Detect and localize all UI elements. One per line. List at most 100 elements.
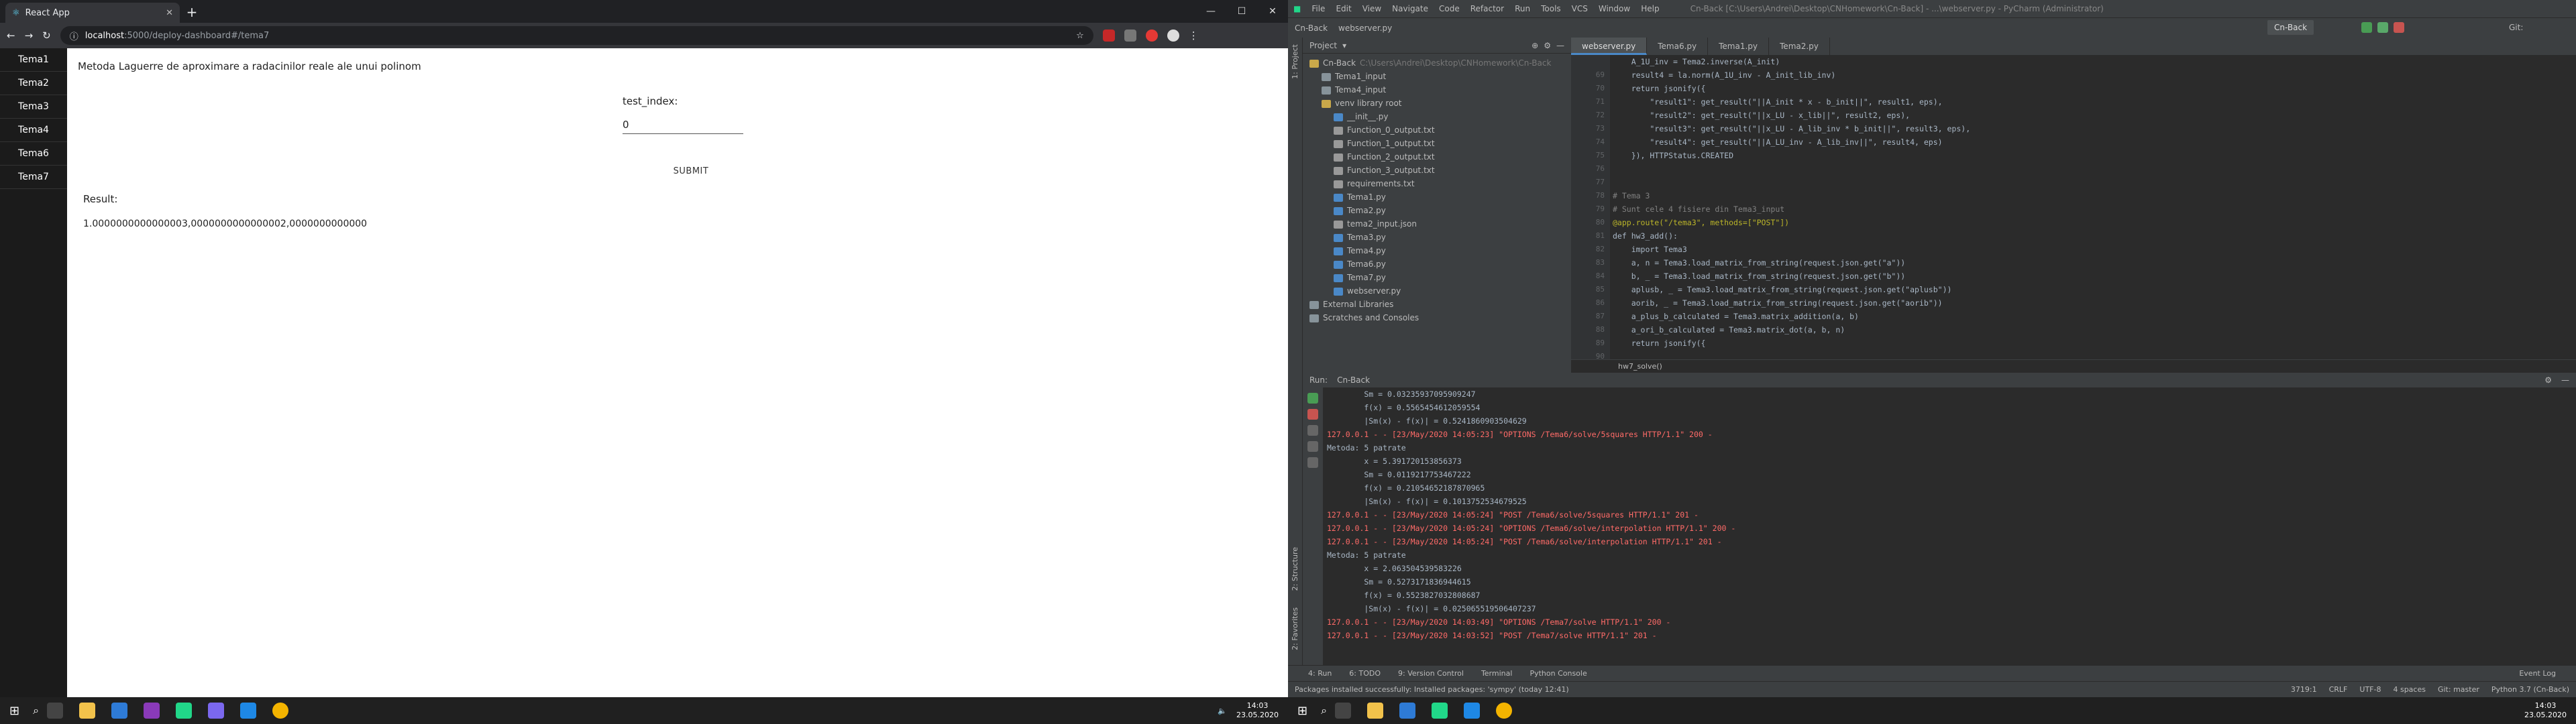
star-icon[interactable]: ☆: [1076, 31, 1084, 41]
tree-item[interactable]: Function_2_output.txt: [1303, 150, 1571, 164]
tree-item[interactable]: webserver.py: [1303, 284, 1571, 298]
chrome-icon[interactable]: [272, 703, 289, 719]
task-view-icon[interactable]: [47, 703, 64, 719]
sidebar-item-tema7[interactable]: Tema7: [0, 166, 67, 189]
app-icon[interactable]: [144, 703, 160, 719]
stop-icon[interactable]: [1307, 409, 1318, 420]
menu-item-help[interactable]: Help: [1641, 4, 1659, 13]
extension-icon[interactable]: [1145, 29, 1158, 42]
sidebar-item-tema6[interactable]: Tema6: [0, 142, 67, 166]
tab-tema6[interactable]: Tema6.py: [1647, 38, 1709, 55]
project-dropdown[interactable]: Project: [1309, 41, 1337, 50]
tab-tema2[interactable]: Tema2.py: [1769, 38, 1830, 55]
scroll-end-icon[interactable]: [1307, 425, 1318, 436]
tree-item[interactable]: venv library root: [1303, 97, 1571, 110]
run-config-tab[interactable]: Cn-Back: [1337, 375, 1370, 385]
sidebar-item-tema2[interactable]: Tema2: [0, 72, 67, 95]
file-explorer-icon[interactable]: [1367, 703, 1384, 719]
tree-item[interactable]: tema2_input.json: [1303, 217, 1571, 231]
tab-webserver[interactable]: webserver.py: [1571, 38, 1648, 55]
hide-icon[interactable]: —: [1556, 41, 1564, 50]
print-icon[interactable]: [1307, 441, 1318, 452]
profile-avatar[interactable]: [1167, 29, 1179, 42]
sidebar-item-tema1[interactable]: Tema1: [0, 48, 67, 72]
tree-item[interactable]: Tema2.py: [1303, 204, 1571, 217]
tree-item[interactable]: Function_3_output.txt: [1303, 164, 1571, 177]
run-console[interactable]: Sm = 0.03235937095909247 f(x) = 0.556545…: [1327, 387, 2561, 665]
rerun-icon[interactable]: [1307, 393, 1318, 404]
menu-item-vcs[interactable]: VCS: [1572, 4, 1588, 13]
vcs-tool-tab[interactable]: 9: Version Control: [1398, 669, 1464, 678]
project-tool-tab[interactable]: 1: Project: [1291, 44, 1299, 79]
store-icon[interactable]: [1399, 703, 1416, 719]
vscode-icon[interactable]: [1464, 703, 1481, 719]
clock[interactable]: 14:03 23.05.2020: [1236, 701, 1279, 720]
submit-button[interactable]: SUBMIT: [657, 161, 724, 181]
tree-item[interactable]: External Libraries: [1303, 298, 1571, 311]
locate-icon[interactable]: ⊕: [1532, 41, 1538, 50]
tree-item[interactable]: Tema3.py: [1303, 231, 1571, 244]
clock[interactable]: 14:03 23.05.2020: [2524, 701, 2567, 720]
file-explorer-icon[interactable]: [79, 703, 96, 719]
tree-item[interactable]: Tema6.py: [1303, 257, 1571, 271]
tree-item[interactable]: requirements.txt: [1303, 177, 1571, 190]
structure-tool-tab[interactable]: 2: Structure: [1291, 547, 1299, 591]
gear-icon[interactable]: ⚙: [2544, 375, 2552, 385]
extension-icon[interactable]: [1102, 29, 1115, 42]
close-tab-icon[interactable]: ✕: [166, 8, 173, 18]
menu-item-navigate[interactable]: Navigate: [1392, 4, 1428, 13]
run-icon[interactable]: [2361, 22, 2372, 33]
chevron-down-icon[interactable]: ▾: [1342, 41, 1346, 50]
menu-item-edit[interactable]: Edit: [1336, 4, 1351, 13]
trash-icon[interactable]: [1307, 457, 1318, 468]
tree-item[interactable]: Cn-Back C:\Users\Andrei\Desktop\CNHomewor…: [1303, 56, 1571, 70]
tree-item[interactable]: Function_1_output.txt: [1303, 137, 1571, 150]
debug-icon[interactable]: [2377, 22, 2388, 33]
tab-tema1[interactable]: Tema1.py: [1708, 38, 1770, 55]
tree-item[interactable]: Tema4_input: [1303, 83, 1571, 97]
back-icon[interactable]: ←: [7, 29, 15, 42]
menu-item-file[interactable]: File: [1311, 4, 1325, 13]
tree-item[interactable]: Tema4.py: [1303, 244, 1571, 257]
store-icon[interactable]: [111, 703, 128, 719]
close-window-button[interactable]: ✕: [1257, 0, 1288, 23]
gear-icon[interactable]: ⚙: [1544, 41, 1551, 50]
nav-project[interactable]: Cn-Back: [1295, 23, 1328, 33]
search-icon[interactable]: ⌕: [33, 704, 39, 717]
code-area[interactable]: A_1U_inv = Tema2.inverse(A_init) result4…: [1613, 55, 2552, 373]
search-icon[interactable]: ⌕: [1321, 704, 1327, 717]
tree-item[interactable]: Function_0_output.txt: [1303, 123, 1571, 137]
menu-item-tools[interactable]: Tools: [1541, 4, 1561, 13]
task-view-icon[interactable]: [1335, 703, 1352, 719]
run-config-select[interactable]: Cn-Back: [2267, 20, 2314, 35]
volume-icon[interactable]: 🔈: [1218, 707, 1227, 715]
menu-icon[interactable]: ⋮: [1189, 29, 1199, 42]
minimize-button[interactable]: —: [1195, 0, 1226, 23]
cursor-position[interactable]: 3719:1: [2291, 685, 2317, 694]
tree-item[interactable]: Tema1.py: [1303, 190, 1571, 204]
indent-setting[interactable]: 4 spaces: [2393, 685, 2426, 694]
forward-icon[interactable]: →: [25, 29, 34, 42]
todo-tool-tab[interactable]: 6: TODO: [1349, 669, 1381, 678]
info-icon[interactable]: ⓘ: [70, 29, 78, 42]
line-separator[interactable]: CRLF: [2329, 685, 2348, 694]
sidebar-item-tema3[interactable]: Tema3: [0, 95, 67, 119]
menu-item-view[interactable]: View: [1362, 4, 1381, 13]
visual-studio-icon[interactable]: [208, 703, 225, 719]
pycharm-icon[interactable]: [1432, 703, 1448, 719]
new-tab-button[interactable]: +: [184, 4, 200, 20]
tree-item[interactable]: Tema7.py: [1303, 271, 1571, 284]
terminal-tool-tab[interactable]: Terminal: [1481, 669, 1513, 678]
menu-item-window[interactable]: Window: [1599, 4, 1630, 13]
test-index-input[interactable]: [623, 115, 743, 134]
browser-tab[interactable]: ⚛ React App ✕: [5, 3, 180, 23]
windows-start-icon[interactable]: ⊞: [1297, 704, 1307, 718]
python-console-tool-tab[interactable]: Python Console: [1529, 669, 1587, 678]
python-interpreter[interactable]: Python 3.7 (Cn-Back): [2491, 685, 2569, 694]
run-tool-tab[interactable]: 4: Run: [1308, 669, 1332, 678]
extension-icon[interactable]: [1124, 29, 1136, 42]
event-log-tab[interactable]: Event Log: [2519, 669, 2556, 678]
chrome-icon[interactable]: [1496, 703, 1513, 719]
vscode-icon[interactable]: [240, 703, 257, 719]
sidebar-item-tema4[interactable]: Tema4: [0, 119, 67, 142]
